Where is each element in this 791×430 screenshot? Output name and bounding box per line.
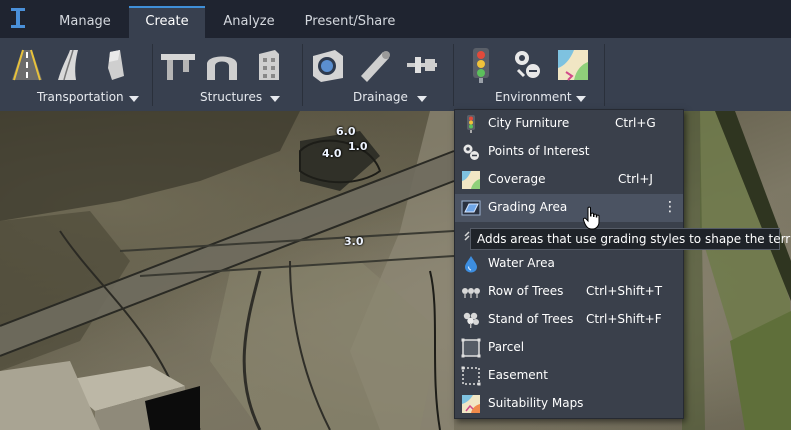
ribbon-divider [604, 44, 605, 106]
more-options-icon[interactable]: ⋮ [663, 198, 677, 216]
menu-item-water-area[interactable]: Water Area [455, 250, 683, 278]
ribbon-group-drainage: Drainage [303, 38, 453, 111]
menu-item-label: Coverage [488, 172, 546, 186]
ribbon: Transportation Structures Drainage Envir… [0, 38, 791, 111]
ribbon-group-environment: Environment [454, 38, 604, 111]
tunnel-icon[interactable] [203, 46, 241, 84]
tab-present-share[interactable]: Present/Share [293, 8, 407, 38]
terrain-label: 6.0 [336, 125, 356, 138]
city-furniture-icon [467, 115, 475, 133]
chevron-down-icon[interactable] [129, 96, 139, 102]
bridge-icon[interactable] [159, 46, 197, 84]
stand-of-trees-icon [463, 312, 479, 328]
chevron-down-icon[interactable] [270, 96, 280, 102]
points-of-interest-icon[interactable] [508, 46, 546, 84]
pond-icon[interactable] [309, 46, 347, 84]
terrain-label: 1.0 [348, 140, 368, 153]
ribbon-group-structures: Structures [153, 38, 302, 111]
coverage-icon [462, 171, 480, 189]
menu-item-shortcut: Ctrl+Shift+F [586, 312, 662, 326]
pipe-icon[interactable] [355, 46, 393, 84]
coverage-icon[interactable] [554, 46, 592, 84]
ribbon-group-label[interactable]: Structures [200, 90, 262, 104]
menu-item-label: Grading Area [488, 200, 568, 214]
railway-icon[interactable] [96, 46, 134, 84]
menu-item-label: Water Area [488, 256, 555, 270]
ribbon-group-label[interactable]: Drainage [353, 90, 408, 104]
tab-analyze[interactable]: Analyze [206, 8, 292, 38]
parcel-icon [461, 338, 481, 358]
menu-item-shortcut: Ctrl+Shift+T [586, 284, 663, 298]
hand-cursor-icon [583, 206, 600, 230]
menu-item-label: Suitability Maps [488, 396, 584, 410]
menu-item-label: Row of Trees [488, 284, 564, 298]
tooltip-text: Adds areas that use grading styles to sh… [477, 232, 791, 246]
traffic-light-icon[interactable] [462, 46, 500, 84]
menu-item-easement[interactable]: Easement [455, 362, 683, 390]
app-logo-icon[interactable] [8, 6, 28, 30]
menu-item-parcel[interactable]: Parcel [455, 334, 683, 362]
chevron-down-icon[interactable] [417, 96, 427, 102]
easement-icon [461, 366, 481, 386]
menu-item-grading-area[interactable]: Grading Area ⋮ [455, 194, 683, 222]
ribbon-group-label[interactable]: Transportation [37, 90, 124, 104]
menu-item-label: Stand of Trees [488, 312, 574, 326]
menu-item-stand-of-trees[interactable]: Stand of Trees Ctrl+Shift+F [455, 306, 683, 334]
culvert-icon[interactable] [403, 46, 441, 84]
suitability-maps-icon [462, 395, 480, 413]
chevron-down-icon[interactable] [576, 96, 586, 102]
menu-item-city-furniture[interactable]: City Furniture Ctrl+G [455, 110, 683, 138]
tab-manage[interactable]: Manage [42, 8, 128, 38]
ribbon-group-label[interactable]: Environment [495, 90, 572, 104]
menu-item-row-of-trees[interactable]: Row of Trees Ctrl+Shift+T [455, 278, 683, 306]
menu-item-label: Points of Interest [488, 144, 590, 158]
ribbon-group-transportation: Transportation [0, 38, 152, 111]
terrain-label: 3.0 [344, 235, 364, 248]
menu-item-label: Parcel [488, 340, 525, 354]
water-drop-icon [465, 256, 477, 273]
menu-item-coverage[interactable]: Coverage Ctrl+J [455, 166, 683, 194]
menu-item-label: Easement [488, 368, 548, 382]
environment-dropdown-menu: City Furniture Ctrl+G Points of Interest… [454, 109, 684, 419]
building-icon[interactable] [249, 46, 287, 84]
terrain-label: 4.0 [322, 147, 342, 160]
tab-bar: Manage Create Analyze Present/Share [0, 0, 791, 38]
tab-create[interactable]: Create [129, 6, 205, 38]
menu-item-shortcut: Ctrl+J [618, 172, 653, 186]
grading-area-icon [461, 200, 481, 216]
road-icon[interactable] [8, 46, 46, 84]
menu-item-label: City Furniture [488, 116, 570, 130]
highway-icon[interactable] [52, 46, 90, 84]
menu-item-points-of-interest[interactable]: Points of Interest [455, 138, 683, 166]
menu-item-shortcut: Ctrl+G [615, 116, 656, 130]
points-of-interest-icon [463, 144, 479, 160]
row-of-trees-icon [462, 288, 480, 298]
menu-item-suitability-maps[interactable]: Suitability Maps [455, 390, 683, 418]
tooltip: Adds areas that use grading styles to sh… [470, 228, 791, 250]
